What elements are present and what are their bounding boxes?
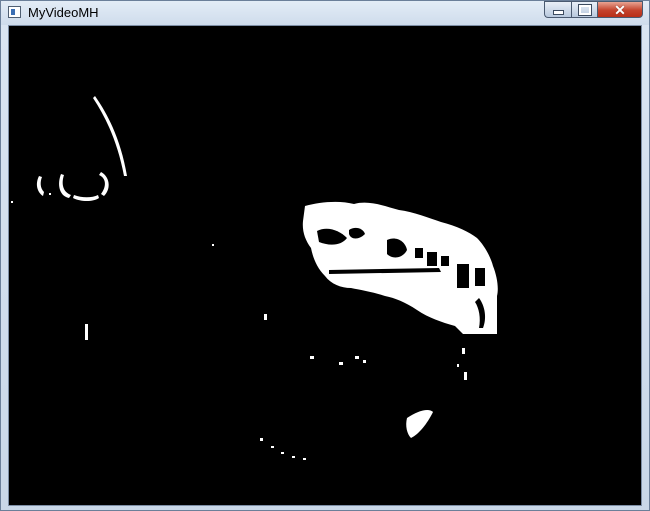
app-window: MyVideoMH ✕ (0, 0, 650, 511)
maximize-icon (577, 3, 592, 16)
title-bar[interactable]: MyVideoMH ✕ (1, 1, 649, 25)
close-button[interactable]: ✕ (597, 1, 643, 18)
app-window-icon[interactable] (8, 6, 21, 18)
close-icon: ✕ (614, 1, 626, 18)
window-title: MyVideoMH (28, 5, 99, 20)
video-display-area (8, 25, 642, 506)
window-controls: ✕ (544, 1, 643, 18)
minimize-button[interactable] (544, 1, 571, 18)
minimize-icon (552, 10, 564, 15)
binary-mask-frame (9, 26, 641, 505)
maximize-button[interactable] (571, 1, 597, 18)
